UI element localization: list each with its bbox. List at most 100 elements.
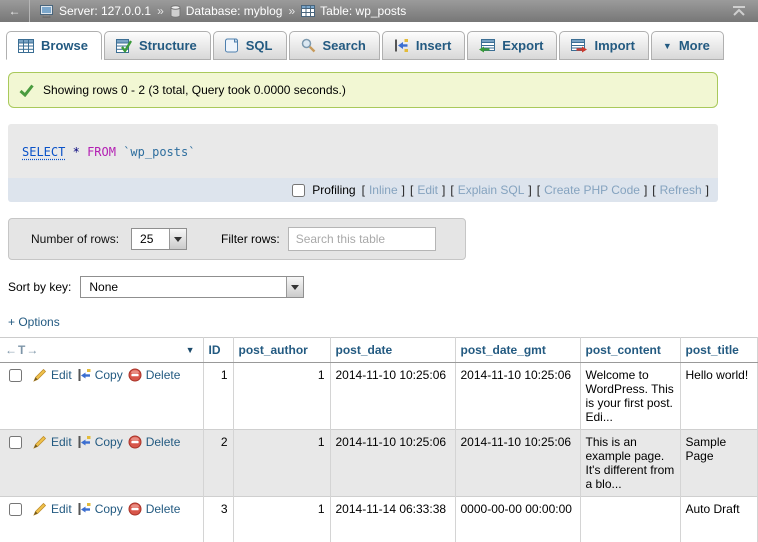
back-button[interactable]: ← <box>0 0 30 22</box>
tab-insert[interactable]: Insert <box>382 31 465 60</box>
tab-import[interactable]: Import <box>559 31 648 60</box>
breadcrumb-table[interactable]: Table: wp_posts <box>301 4 406 18</box>
options-toggle-link[interactable]: + Options <box>8 315 60 329</box>
tab-export[interactable]: Export <box>467 31 557 60</box>
row-checkbox[interactable] <box>9 503 22 516</box>
refresh-link[interactable]: Refresh <box>660 183 702 197</box>
tab-more-label: More <box>679 38 710 53</box>
filter-rows-input[interactable] <box>288 227 436 251</box>
column-header-post-title[interactable]: post_title <box>680 338 758 363</box>
sort-by-key-select[interactable]: None <box>80 276 304 298</box>
cell-post-author: 1 <box>233 430 330 497</box>
breadcrumb-server[interactable]: Server: 127.0.0.1 <box>40 4 151 18</box>
transpose-control[interactable]: ←T→ <box>5 343 39 357</box>
select-dropdown-button <box>286 277 303 297</box>
delete-icon <box>128 435 142 449</box>
cell-post-title: Auto Draft <box>680 497 758 542</box>
sort-by-key-label: Sort by key: <box>8 280 71 294</box>
cell-post-content: Welcome to WordPress. This is your first… <box>580 363 680 430</box>
structure-icon <box>116 39 132 53</box>
export-icon <box>479 39 495 53</box>
number-of-rows-value: 25 <box>132 229 169 249</box>
edit-label: Edit <box>51 368 72 382</box>
tab-more[interactable]: ▼ More <box>651 31 724 60</box>
tab-sql-label: SQL <box>246 38 273 53</box>
copy-label: Copy <box>95 435 123 449</box>
column-header-post-author[interactable]: post_author <box>233 338 330 363</box>
column-header-id[interactable]: ID <box>203 338 233 363</box>
delete-icon <box>128 502 142 516</box>
cell-id: 3 <box>203 497 233 542</box>
copy-row-link[interactable]: Copy <box>77 435 123 449</box>
cell-post-title: Sample Page <box>680 430 758 497</box>
table-icon <box>301 5 315 17</box>
delete-label: Delete <box>146 502 181 516</box>
delete-row-link[interactable]: Delete <box>128 502 181 516</box>
copy-icon <box>77 368 91 382</box>
pencil-icon <box>33 368 47 382</box>
collapse-panel-button[interactable] <box>732 6 746 17</box>
sql-keyword-select[interactable]: SELECT <box>22 145 65 159</box>
tab-browse[interactable]: Browse <box>6 31 102 60</box>
column-header-post-date-gmt[interactable]: post_date_gmt <box>455 338 580 363</box>
inline-link[interactable]: Inline <box>369 183 398 197</box>
breadcrumb-separator: » <box>157 4 164 18</box>
success-message: Showing rows 0 - 2 (3 total, Query took … <box>8 72 718 108</box>
create-php-code-link[interactable]: Create PHP Code <box>544 183 640 197</box>
tab-search[interactable]: Search <box>289 31 380 60</box>
copy-icon <box>77 435 91 449</box>
pencil-icon <box>33 435 47 449</box>
copy-row-link[interactable]: Copy <box>77 368 123 382</box>
breadcrumb-server-label: Server: 127.0.0.1 <box>59 4 151 18</box>
number-of-rows-select[interactable]: 25 <box>131 228 187 250</box>
bracket: [ <box>537 183 540 197</box>
breadcrumb-table-label: Table: wp_posts <box>320 4 406 18</box>
copy-label: Copy <box>95 502 123 516</box>
breadcrumb-separator: » <box>288 4 295 18</box>
bracket: ] <box>442 183 445 197</box>
insert-icon <box>394 38 409 53</box>
column-header-post-date[interactable]: post_date <box>330 338 455 363</box>
cell-post-content: This is an example page. It's different … <box>580 430 680 497</box>
copy-row-link[interactable]: Copy <box>77 502 123 516</box>
success-message-text: Showing rows 0 - 2 (3 total, Query took … <box>43 83 346 97</box>
cell-post-date-gmt: 2014-11-10 10:25:06 <box>455 363 580 430</box>
rows-control-bar: Number of rows: 25 Filter rows: <box>8 218 466 260</box>
success-check-icon <box>19 84 34 97</box>
edit-row-link[interactable]: Edit <box>33 502 72 516</box>
pencil-icon <box>33 502 47 516</box>
delete-row-link[interactable]: Delete <box>128 435 181 449</box>
copy-icon <box>77 502 91 516</box>
sort-caret-icon[interactable]: ▼ <box>186 345 195 355</box>
cell-post-date-gmt: 2014-11-10 10:25:06 <box>455 430 580 497</box>
tab-insert-label: Insert <box>416 38 451 53</box>
column-header-post-content[interactable]: post_content <box>580 338 680 363</box>
breadcrumb-database[interactable]: Database: myblog <box>170 4 283 18</box>
edit-row-link[interactable]: Edit <box>33 368 72 382</box>
number-of-rows-label: Number of rows: <box>31 232 119 246</box>
bracket: [ <box>362 183 365 197</box>
cell-post-title: Hello world! <box>680 363 758 430</box>
profiling-checkbox[interactable] <box>292 184 305 197</box>
collapse-icon <box>732 6 746 17</box>
query-actions-bar: Profiling [ Inline ] [ Edit ] [ Explain … <box>8 178 718 202</box>
table-header-row: ←T→ ▼ ID post_author post_date post_date… <box>0 338 758 363</box>
bracket: ] <box>706 183 709 197</box>
tab-structure-label: Structure <box>139 38 197 53</box>
sort-row: Sort by key: None <box>8 276 758 298</box>
cell-post-date-gmt: 0000-00-00 00:00:00 <box>455 497 580 542</box>
cell-post-date: 2014-11-14 06:33:38 <box>330 497 455 542</box>
tab-structure[interactable]: Structure <box>104 31 211 60</box>
delete-row-link[interactable]: Delete <box>128 368 181 382</box>
explain-sql-link[interactable]: Explain SQL <box>458 183 525 197</box>
row-checkbox[interactable] <box>9 369 22 382</box>
tab-search-label: Search <box>323 38 366 53</box>
cell-post-author: 1 <box>233 363 330 430</box>
row-checkbox[interactable] <box>9 436 22 449</box>
edit-label: Edit <box>51 435 72 449</box>
edit-row-link[interactable]: Edit <box>33 435 72 449</box>
delete-label: Delete <box>146 435 181 449</box>
back-arrow-icon: ← <box>9 4 21 18</box>
edit-query-link[interactable]: Edit <box>417 183 438 197</box>
tab-sql[interactable]: SQL <box>213 31 287 60</box>
